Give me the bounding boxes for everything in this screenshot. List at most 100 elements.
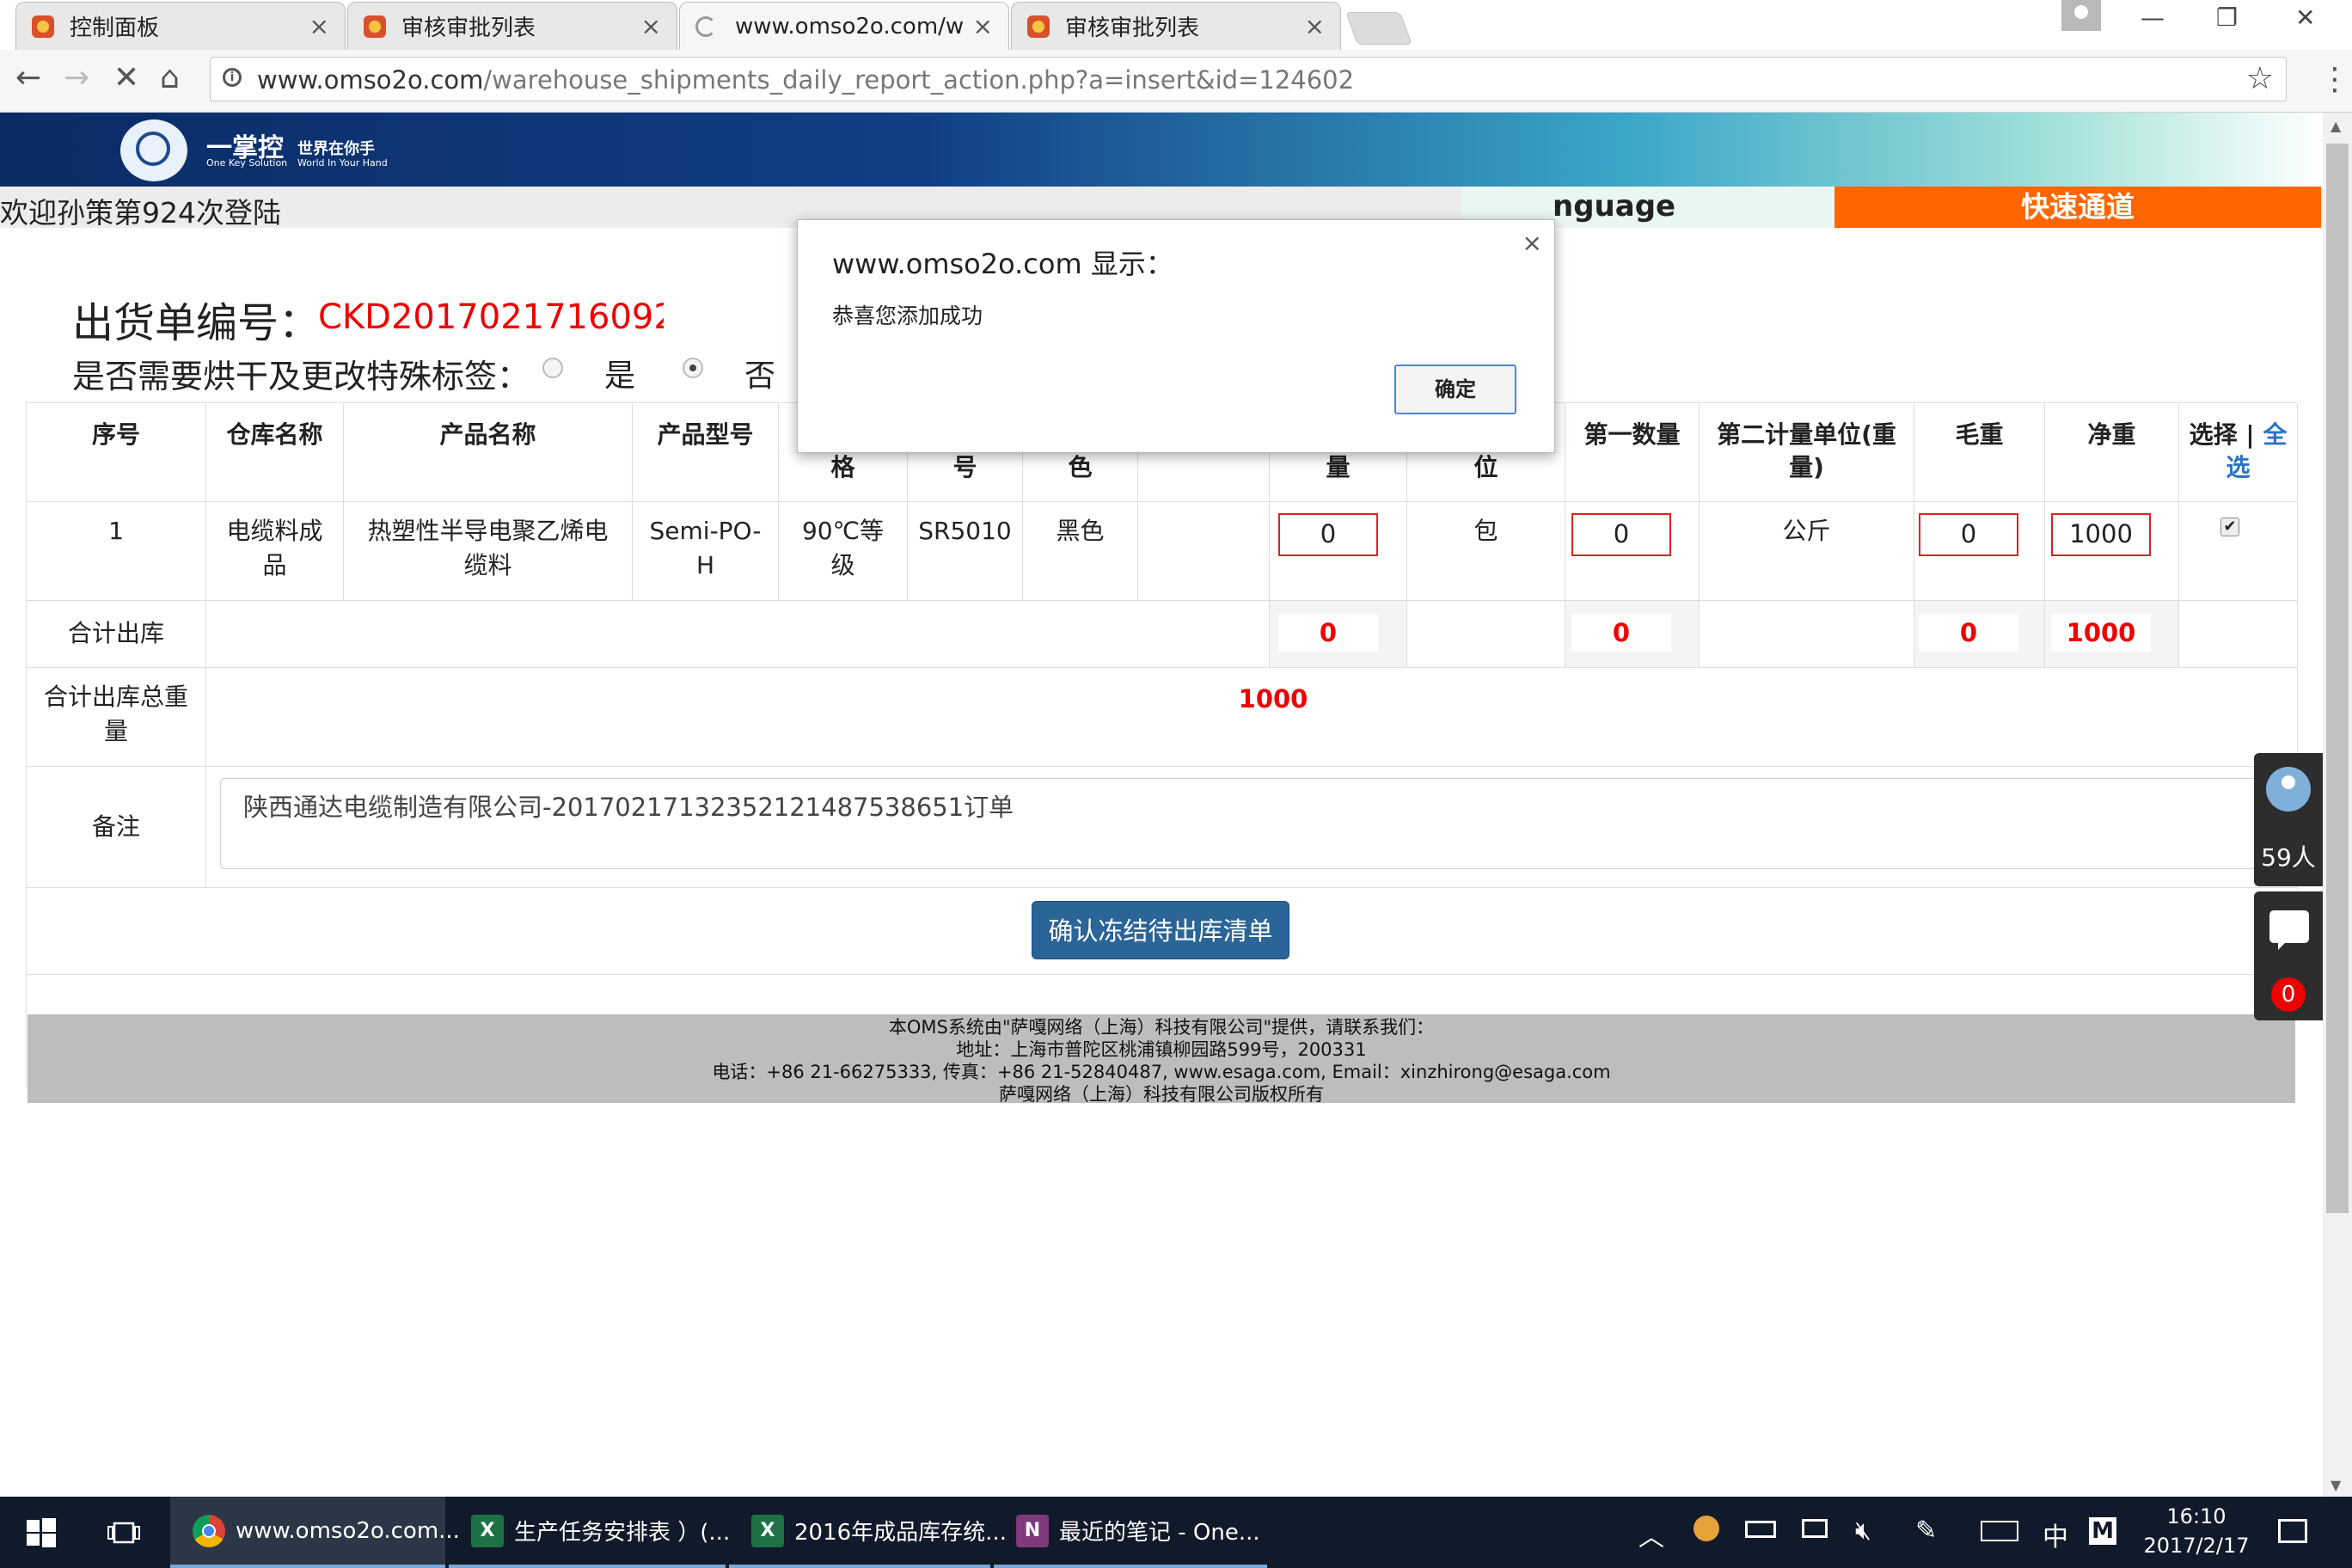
- network-icon[interactable]: [1802, 1519, 1828, 1538]
- tray-expand-icon[interactable]: ︿: [1638, 1516, 1664, 1553]
- tab-current-page[interactable]: www.omso2o.com/war ×: [679, 2, 1009, 50]
- browser-menu-icon[interactable]: ⋮: [2319, 62, 2350, 97]
- footer-line-4: 萨嘎网络（上海）科技有限公司版权所有: [999, 1084, 1324, 1105]
- alert-dialog: www.omso2o.com 显示： × 恭喜您添加成功 确定: [797, 219, 1555, 453]
- remark-textarea[interactable]: 陕西通达电缆制造有限公司-20170217132352121487538651订…: [220, 778, 2323, 869]
- dialog-title: www.omso2o.com 显示：: [832, 248, 1173, 280]
- start-button[interactable]: [0, 1497, 83, 1568]
- total-weight: 1000: [1238, 684, 1308, 714]
- qty1-input[interactable]: 0: [1571, 513, 1671, 556]
- site-info-icon[interactable]: i: [223, 68, 242, 87]
- gross-weight-input[interactable]: 0: [1919, 513, 2018, 556]
- sum-select-empty: [2179, 601, 2298, 668]
- new-tab-button[interactable]: [1345, 12, 1412, 45]
- close-icon[interactable]: ×: [309, 12, 329, 40]
- th-qty1: 第一数量: [1565, 403, 1700, 502]
- logo-subtext: One Key Solution: [206, 157, 288, 168]
- tab-title: 审核审批列表: [401, 15, 536, 41]
- scrollbar-thumb[interactable]: [2326, 144, 2349, 1213]
- battery-icon[interactable]: [1745, 1521, 1776, 1538]
- vertical-scrollbar[interactable]: ▲ ▼: [2323, 113, 2352, 1497]
- td-unit1: 包: [1407, 502, 1565, 601]
- quick-access-link[interactable]: 快速通道: [1834, 187, 2321, 228]
- shipment-table: 序号 仓库名称 产品名称 产品型号 产品规格 产品牌号 产品颜色 包装箱号 包装…: [26, 402, 2298, 1087]
- ime-mode-icon[interactable]: M: [2089, 1517, 2116, 1545]
- dialog-close-icon[interactable]: ×: [1522, 229, 1542, 257]
- td-select-cell: [2179, 502, 2298, 601]
- sum-label: 合计出库: [27, 601, 206, 668]
- dry-no-label: 否: [744, 358, 776, 394]
- order-number-label: 出货单编号：: [72, 299, 321, 347]
- close-icon[interactable]: ×: [641, 12, 661, 40]
- site-favicon-icon: [1027, 15, 1050, 38]
- select-header-label: 选择: [2189, 420, 2238, 449]
- tab-title: 审核审批列表: [1065, 15, 1200, 41]
- footer-line-2: 地址：上海市普陀区桃浦镇柳园路599号，200331: [956, 1039, 1367, 1060]
- restore-button[interactable]: ❐: [2216, 3, 2238, 32]
- dry-no-radio[interactable]: [683, 358, 703, 378]
- remark-text: 陕西通达电缆制造有限公司-20170217132352121487538651订…: [243, 793, 1014, 822]
- scroll-down-icon[interactable]: ▼: [2331, 1477, 2341, 1493]
- confirm-freeze-button[interactable]: 确认冻结待出库清单: [1032, 901, 1289, 959]
- tab-approval-list-2[interactable]: 审核审批列表 ×: [1011, 2, 1341, 50]
- minimize-button[interactable]: —: [2141, 3, 2165, 32]
- pen-icon[interactable]: ✎: [1915, 1516, 1937, 1546]
- taskbar-excel-2[interactable]: X 2016年成品库存统...: [729, 1497, 1007, 1568]
- profile-icon[interactable]: [2061, 0, 2101, 31]
- site-favicon-icon: [364, 15, 386, 38]
- sum-qty1: 0: [1571, 614, 1671, 652]
- system-clock[interactable]: 16:10 2017/2/17: [2132, 1502, 2261, 1560]
- chat-bubble-icon: [2269, 910, 2309, 950]
- tab-control-panel[interactable]: 控制面板 ×: [15, 2, 346, 50]
- sum-empty: [206, 601, 1270, 668]
- action-center-icon[interactable]: [2278, 1519, 2307, 1543]
- excel-icon: X: [751, 1514, 784, 1547]
- tab-title: www.omso2o.com/war: [735, 13, 965, 40]
- back-arrow-icon[interactable]: ←: [15, 60, 41, 95]
- browser-toolbar: ← → ✕ ⌂ i www.omso2o.com/warehouse_shipm…: [0, 50, 2352, 113]
- taskbar-onenote[interactable]: N 最近的笔记 - One...: [994, 1497, 1267, 1568]
- taskbar-excel-1[interactable]: X 生产任务安排表 ）(...: [449, 1497, 730, 1568]
- address-bar[interactable]: i www.omso2o.com/warehouse_shipments_dai…: [210, 57, 2287, 101]
- keyboard-icon[interactable]: [1981, 1521, 2018, 1541]
- messages-widget[interactable]: 0: [2254, 891, 2323, 1020]
- th-warehouse: 仓库名称: [206, 403, 344, 502]
- logo-slogan-en: World In Your Hand: [297, 157, 388, 168]
- site-footer: 本OMS系统由"萨嘎网络（上海）科技有限公司"提供，请联系我们： 地址：上海市普…: [28, 1014, 2295, 1105]
- footer-line-3: 电话：+86 21-66275333, 传真：+86 21-52840487, …: [712, 1062, 1611, 1082]
- net-weight-input[interactable]: 1000: [2051, 513, 2151, 556]
- window-close-button[interactable]: ✕: [2295, 3, 2315, 32]
- close-icon[interactable]: ×: [1305, 12, 1325, 40]
- task-view-icon: [107, 1522, 140, 1543]
- td-spec: 90℃等级: [779, 502, 908, 601]
- stop-loading-icon[interactable]: ✕: [113, 60, 139, 95]
- ime-language[interactable]: 中: [2043, 1516, 2068, 1553]
- language-link[interactable]: nguage: [1553, 189, 1675, 224]
- tray-app-icon[interactable]: [1694, 1516, 1719, 1541]
- windows-taskbar: www.omso2o.com... X 生产任务安排表 ）(... X 2016…: [0, 1497, 2352, 1568]
- loading-spinner-icon: [695, 15, 716, 37]
- bookmark-star-icon[interactable]: ☆: [2246, 61, 2274, 96]
- th-select: 选择 | 全选: [2179, 403, 2298, 502]
- th-unit2: 第二计量单位(重量): [1700, 403, 1914, 502]
- td-warehouse: 电缆料成品: [206, 502, 344, 601]
- logo-dragon-icon: [120, 119, 187, 181]
- taskbar-chrome[interactable]: www.omso2o.com...: [170, 1497, 460, 1568]
- row-select-checkbox[interactable]: ✔: [2220, 518, 2239, 536]
- tab-approval-list[interactable]: 审核审批列表 ×: [347, 2, 677, 50]
- dry-yes-radio[interactable]: [542, 358, 563, 378]
- url-text: www.omso2o.com/warehouse_shipments_daily…: [257, 65, 1355, 95]
- close-icon[interactable]: ×: [973, 12, 993, 40]
- forward-arrow-icon[interactable]: →: [64, 60, 89, 95]
- task-view-button[interactable]: [86, 1497, 162, 1568]
- th-product: 产品名称: [344, 403, 633, 502]
- th-seq: 序号: [27, 403, 206, 502]
- box-weight-input[interactable]: 0: [1278, 513, 1378, 556]
- home-icon[interactable]: ⌂: [160, 60, 180, 95]
- dialog-ok-button[interactable]: 确定: [1394, 364, 1516, 414]
- taskbar-label: www.omso2o.com...: [236, 1517, 460, 1544]
- online-users-widget[interactable]: 59人: [2254, 753, 2323, 886]
- scroll-up-icon[interactable]: ▲: [2331, 118, 2341, 134]
- browser-tab-bar: 控制面板 × 审核审批列表 × www.omso2o.com/war × 审核审…: [0, 0, 2352, 50]
- volume-muted-icon[interactable]: 🔇︎: [1855, 1516, 1871, 1546]
